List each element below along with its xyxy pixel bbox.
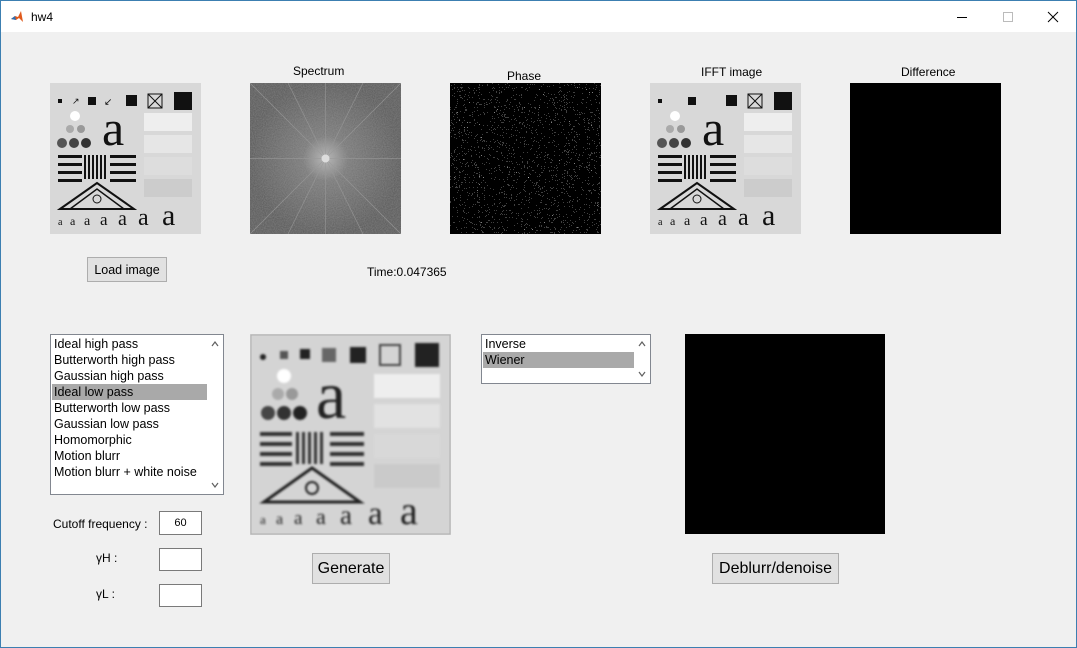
filter-list-item[interactable]: Motion blurr + white noise	[52, 464, 207, 480]
gamma-l-label: γL :	[96, 587, 115, 601]
spectrum-title: Spectrum	[293, 64, 345, 78]
svg-text:a: a	[368, 496, 383, 532]
svg-text:a: a	[684, 214, 691, 229]
svg-text:a: a	[400, 488, 418, 533]
close-button[interactable]	[1030, 1, 1076, 32]
minimize-button[interactable]	[939, 1, 985, 32]
filter-listbox[interactable]: Ideal high pass Butterworth high pass Gaus…	[50, 334, 224, 495]
svg-text:a: a	[84, 214, 91, 229]
cutoff-frequency-input[interactable]: 60	[159, 511, 202, 535]
deblur-denoise-button[interactable]: Deblurr/denoise	[712, 553, 839, 584]
test-pattern-image: ↗ ↙ a aaa aaaa	[50, 83, 201, 234]
difference-title: Difference	[901, 65, 956, 79]
svg-text:a: a	[260, 512, 266, 527]
svg-text:a: a	[100, 210, 108, 229]
svg-text:a: a	[276, 511, 283, 528]
spectrum-image	[249, 82, 402, 235]
phase-title: Phase	[507, 69, 542, 83]
restored-image	[685, 334, 885, 534]
restore-list-scrollbar[interactable]	[634, 335, 650, 383]
filter-list-item[interactable]: Homomorphic	[52, 432, 207, 448]
scroll-up-icon[interactable]	[637, 339, 647, 349]
time-readout: Time:0.047365	[367, 265, 447, 279]
restore-list-item[interactable]: Wiener	[483, 352, 634, 368]
svg-text:a: a	[162, 199, 175, 232]
title-bar[interactable]: hw4	[1, 1, 1076, 32]
matlab-icon	[10, 10, 24, 24]
phase-image	[450, 83, 601, 234]
filter-list-item[interactable]: Gaussian high pass	[52, 368, 207, 384]
app-window: hw4 Spectrum Phase IFFT image Difference…	[0, 0, 1077, 648]
svg-text:a: a	[702, 100, 724, 156]
svg-text:a: a	[718, 208, 727, 230]
filter-list-scrollbar[interactable]	[207, 335, 223, 494]
filter-list-item[interactable]: Butterworth high pass	[52, 352, 207, 368]
cutoff-frequency-label: Cutoff frequency :	[53, 517, 148, 531]
generate-button[interactable]: Generate	[312, 553, 390, 584]
svg-text:a: a	[762, 199, 775, 232]
svg-text:a: a	[58, 217, 63, 228]
scroll-down-icon[interactable]	[637, 369, 647, 379]
svg-text:a: a	[340, 500, 352, 530]
maximize-button[interactable]	[985, 1, 1031, 32]
svg-text:a: a	[700, 210, 708, 229]
close-icon	[1047, 11, 1059, 22]
original-image: ↗ ↙ a aaa aaaa	[50, 83, 201, 234]
filter-list-item[interactable]: Gaussian low pass	[52, 416, 207, 432]
scroll-up-icon[interactable]	[210, 339, 220, 349]
load-image-button[interactable]: Load image	[87, 257, 167, 282]
difference-image	[850, 83, 1001, 234]
filter-list-item[interactable]: Ideal high pass	[52, 336, 207, 352]
svg-text:a: a	[738, 205, 749, 231]
window-title: hw4	[31, 10, 54, 24]
filtered-image: a aaa aaaa	[250, 334, 451, 535]
svg-text:a: a	[670, 214, 676, 228]
filter-list-item[interactable]: Motion blurr	[52, 448, 207, 464]
svg-text:a: a	[316, 504, 326, 529]
svg-text:a: a	[118, 208, 127, 230]
ifft-title: IFFT image	[701, 65, 763, 79]
svg-text:a: a	[316, 357, 346, 433]
restore-list-item[interactable]: Inverse	[483, 336, 634, 352]
maximize-icon	[1003, 11, 1013, 22]
minimize-icon	[957, 16, 967, 18]
svg-text:a: a	[102, 100, 124, 156]
svg-text:a: a	[658, 217, 663, 228]
svg-text:↗: ↗	[72, 96, 80, 106]
svg-text:a: a	[138, 205, 149, 231]
svg-text:a: a	[70, 214, 76, 228]
gamma-l-input[interactable]	[159, 584, 202, 607]
filter-list-item[interactable]: Ideal low pass	[52, 384, 207, 400]
gamma-h-label: γH :	[96, 551, 118, 565]
svg-text:a: a	[294, 508, 303, 529]
gamma-h-input[interactable]	[159, 548, 202, 571]
scroll-down-icon[interactable]	[210, 480, 220, 490]
restoration-method-listbox[interactable]: Inverse Wiener	[481, 334, 651, 384]
ifft-image: a aaa aaaa	[650, 83, 801, 234]
filter-list-item[interactable]: Butterworth low pass	[52, 400, 207, 416]
